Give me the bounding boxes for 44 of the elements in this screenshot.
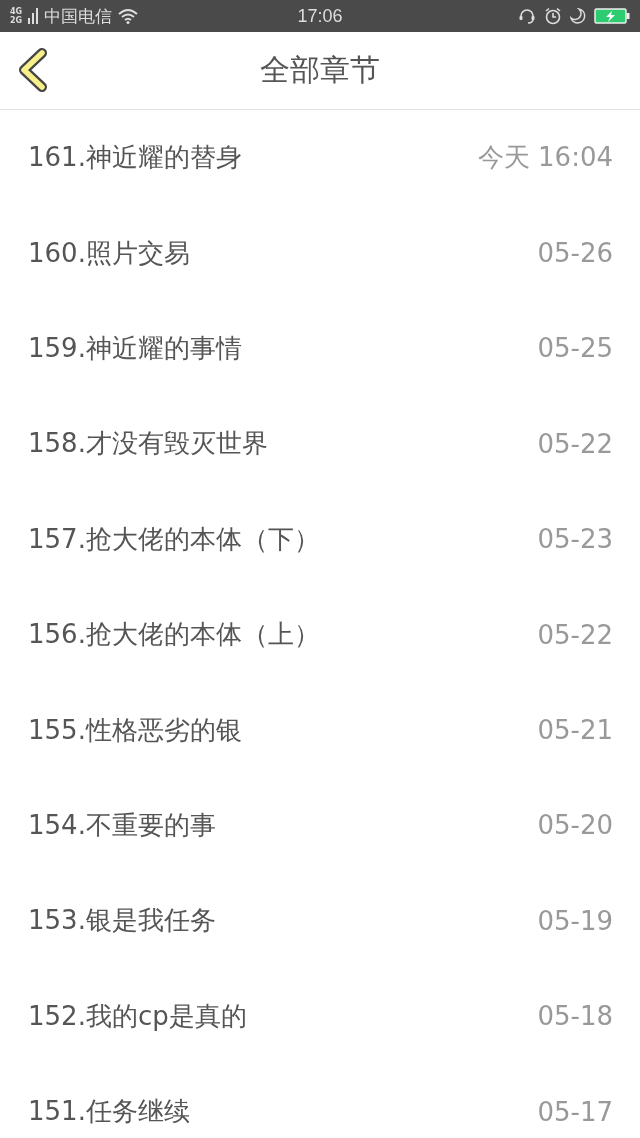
chapter-item[interactable]: 152.我的cp是真的 05-18 — [0, 968, 640, 1064]
chapter-item[interactable]: 155.性格恶劣的银 05-21 — [0, 682, 640, 778]
chapter-title: 160.照片交易 — [28, 236, 190, 270]
chapter-date: 今天 16:04 — [477, 141, 613, 175]
chapter-title: 158.才没有毁灭世界 — [28, 427, 268, 461]
headset-icon — [518, 7, 536, 25]
chapter-title: 152.我的cp是真的 — [28, 999, 247, 1033]
battery-icon — [594, 8, 630, 24]
signal-icon — [28, 8, 39, 24]
chapter-item[interactable]: 160.照片交易 05-26 — [0, 205, 640, 301]
alarm-icon — [544, 7, 562, 25]
chapter-date: 05-23 — [537, 524, 613, 555]
clock-time: 17:06 — [297, 5, 343, 27]
page-title: 全部章节 — [260, 51, 380, 89]
chapter-item[interactable]: 158.才没有毁灭世界 05-22 — [0, 396, 640, 492]
chapter-item[interactable]: 156.抢大佬的本体（上） 05-22 — [0, 586, 640, 683]
wifi-icon — [118, 8, 139, 24]
chapter-item[interactable]: 154.不重要的事 05-20 — [0, 777, 640, 874]
chapter-title: 154.不重要的事 — [28, 808, 216, 842]
moon-icon — [570, 8, 586, 24]
chapter-title: 156.抢大佬的本体（上） — [28, 618, 320, 652]
back-chevron-icon — [16, 48, 50, 92]
chapter-item[interactable]: 157.抢大佬的本体（下） 05-23 — [0, 491, 640, 587]
chapter-date: 05-17 — [537, 1096, 613, 1127]
chapter-item[interactable]: 153.银是我任务 05-19 — [0, 873, 640, 969]
chapter-date: 05-18 — [537, 1001, 613, 1032]
chapter-date: 05-21 — [537, 715, 613, 746]
chapter-title: 161.神近耀的替身 — [28, 141, 242, 175]
chapter-date: 05-20 — [537, 810, 613, 841]
chapter-date: 05-25 — [537, 333, 613, 364]
chapter-item[interactable]: 159.神近耀的事情 05-25 — [0, 300, 640, 397]
chapter-date: 05-19 — [537, 905, 613, 936]
chapter-date: 05-26 — [537, 238, 613, 269]
chapter-item[interactable]: 151.任务继续 05-17 — [0, 1063, 640, 1138]
carrier-name: 中国电信 — [44, 4, 113, 28]
chapter-item[interactable]: 161.神近耀的替身 今天 16:04 — [0, 110, 640, 206]
chapter-title: 155.性格恶劣的银 — [28, 713, 242, 747]
chapter-title: 157.抢大佬的本体（下） — [28, 522, 320, 556]
network-type: 4G 2G — [10, 7, 23, 25]
chapter-date: 05-22 — [537, 619, 613, 650]
chapter-title: 153.银是我任务 — [28, 904, 216, 938]
chapter-title: 159.神近耀的事情 — [28, 331, 242, 365]
chapter-title: 151.任务继续 — [28, 1095, 190, 1129]
chapter-date: 05-22 — [537, 428, 613, 459]
